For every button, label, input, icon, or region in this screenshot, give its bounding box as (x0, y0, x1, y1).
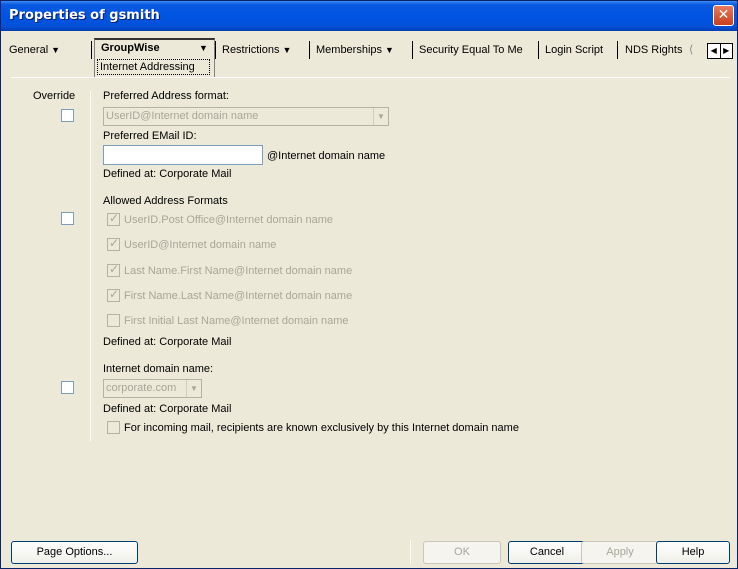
chevron-down-icon: ▼ (51, 45, 61, 55)
defined-at-allowed: Defined at: Corporate Mail (103, 336, 232, 348)
override-checkbox-domain[interactable] (61, 381, 74, 394)
preferred-format-label: Preferred Address format: (103, 90, 229, 102)
preferred-format-value: UserID@Internet domain name (106, 110, 259, 122)
chevron-down-icon[interactable]: ▼ (199, 43, 208, 53)
tab-divider (412, 41, 413, 59)
tab-divider (215, 41, 216, 59)
format-label-last-first: Last Name.First Name@Internet domain nam… (124, 265, 353, 277)
override-column-header: Override (33, 90, 76, 102)
help-button[interactable]: Help (656, 541, 730, 564)
tab-memberships-label: Memberships (316, 44, 383, 56)
format-checkbox-first-initial-last[interactable] (107, 314, 120, 327)
chevron-down-icon[interactable]: ▼ (373, 108, 388, 125)
tab-groupwise[interactable]: GroupWise ▼ Internet Addressing (94, 38, 215, 78)
override-checkbox-preferred[interactable] (61, 109, 74, 122)
tab-divider (91, 41, 92, 59)
format-checkbox-userid-postoffice[interactable] (107, 211, 120, 226)
format-checkbox-userid[interactable] (107, 236, 120, 251)
preferred-email-input[interactable] (103, 145, 263, 165)
tab-restrictions[interactable]: Restrictions ▼ (218, 40, 295, 60)
button-bar: Page Options... OK Cancel Apply Help (1, 532, 737, 568)
tab-scroll-buttons: ◀ ▶ (707, 43, 733, 59)
tab-login-script[interactable]: Login Script (541, 40, 607, 60)
defined-at-domain: Defined at: Corporate Mail (103, 403, 232, 415)
preferred-format-select[interactable]: UserID@Internet domain name ▼ (103, 107, 389, 126)
allowed-formats-heading: Allowed Address Formats (103, 195, 228, 207)
tab-content-panel: Override Preferred Address format: UserI… (11, 77, 730, 532)
preferred-email-label: Preferred EMail ID: (103, 130, 197, 142)
chevron-down-icon[interactable]: ▼ (186, 380, 201, 397)
window-title: Properties of gsmith (9, 8, 160, 23)
internet-domain-select[interactable]: corporate.com ▼ (103, 379, 202, 398)
tab-restrictions-label: Restrictions (222, 44, 280, 56)
email-suffix-label: @Internet domain name (267, 150, 386, 162)
tab-divider (309, 41, 310, 59)
defined-at-preferred: Defined at: Corporate Mail (103, 168, 232, 180)
exclusive-domain-checkbox[interactable] (107, 421, 120, 434)
chevron-down-icon: ▼ (385, 45, 394, 55)
close-icon[interactable]: ✕ (713, 5, 734, 26)
tab-security-equal-to-me[interactable]: Security Equal To Me (415, 40, 527, 60)
format-label-userid: UserID@Internet domain name (124, 239, 277, 251)
apply-button[interactable]: Apply (581, 541, 659, 564)
cancel-button[interactable]: Cancel (508, 541, 586, 564)
format-checkbox-last-first[interactable] (107, 262, 120, 277)
format-checkbox-first-last[interactable] (107, 287, 120, 302)
title-bar: Properties of gsmith ✕ (1, 1, 737, 31)
tab-nds-rights[interactable]: NDS Rights (621, 40, 686, 60)
chevron-down-icon: ▼ (282, 45, 292, 55)
internet-domain-value: corporate.com (106, 382, 177, 394)
scroll-right-icon[interactable]: ▶ (719, 44, 733, 58)
override-checkbox-allowed[interactable] (61, 212, 74, 225)
scroll-left-icon[interactable]: ◀ (708, 44, 720, 58)
tab-divider (617, 41, 618, 59)
page-options-button[interactable]: Page Options... (11, 541, 138, 564)
tab-general-label: General (9, 44, 49, 56)
tab-general[interactable]: General ▼ (5, 40, 64, 60)
format-label-userid-postoffice: UserID.Post Office@Internet domain name (124, 214, 334, 226)
tab-memberships[interactable]: Memberships ▼ (312, 40, 398, 60)
tab-overflow-icon: ⟨ (689, 44, 694, 56)
exclusive-domain-label: For incoming mail, recipients are known … (124, 422, 519, 434)
properties-dialog: Properties of gsmith ✕ General ▼ GroupWis… (0, 0, 738, 569)
format-label-first-initial-last: First Initial Last Name@Internet domain … (124, 315, 349, 327)
tab-bar: General ▼ GroupWise ▼ Internet Addressing… (1, 31, 737, 79)
override-divider (90, 91, 91, 441)
internet-domain-label: Internet domain name: (103, 363, 214, 375)
tab-internet-addressing[interactable]: Internet Addressing (97, 59, 210, 75)
tab-divider (538, 41, 539, 59)
format-label-first-last: First Name.Last Name@Internet domain nam… (124, 290, 353, 302)
button-divider (410, 540, 411, 564)
tab-groupwise-label: GroupWise (101, 42, 160, 54)
ok-button[interactable]: OK (423, 541, 501, 564)
